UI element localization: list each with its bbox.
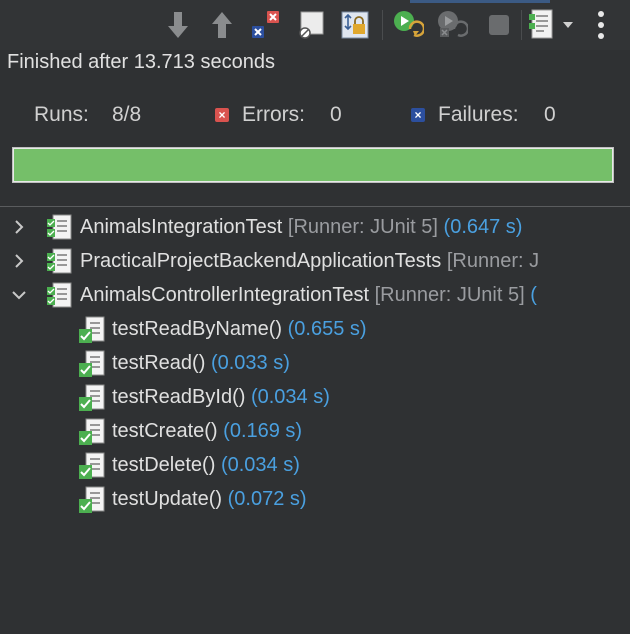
failure-icon: × — [411, 108, 425, 122]
test-passed-icon — [78, 451, 108, 481]
scroll-lock-icon[interactable] — [339, 9, 371, 41]
test-label: testReadById() (0.034 s) — [112, 386, 330, 409]
test-case-row[interactable]: testUpdate() (0.072 s) — [0, 484, 630, 514]
runs-label: Runs: — [34, 103, 89, 126]
chevron-down-icon[interactable] — [10, 284, 28, 306]
test-case-row[interactable]: testDelete() (0.034 s) — [0, 450, 630, 480]
next-failure-icon[interactable] — [162, 9, 194, 41]
test-label: testDelete() (0.034 s) — [112, 454, 300, 477]
test-name: testCreate() — [112, 420, 218, 442]
error-icon: × — [215, 108, 229, 122]
test-passed-icon — [78, 417, 108, 447]
stop-icon[interactable] — [483, 9, 515, 41]
history-dropdown-icon[interactable] — [560, 9, 576, 41]
test-passed-icon — [78, 383, 108, 413]
suite-label: AnimalsControllerIntegrationTest [Runner… — [80, 284, 537, 307]
test-run-history-icon[interactable] — [526, 9, 558, 41]
test-case-row[interactable]: testReadById() (0.034 s) — [0, 382, 630, 412]
suite-row[interactable]: AnimalsControllerIntegrationTest [Runner… — [0, 280, 630, 310]
panel-divider — [0, 206, 630, 207]
show-failures-only-icon[interactable] — [250, 9, 282, 41]
junit-toolbar — [0, 0, 630, 50]
suite-label: PracticalProjectBackendApplicationTests … — [80, 250, 539, 273]
errors-value: 0 — [330, 103, 342, 126]
test-label: testCreate() (0.169 s) — [112, 420, 302, 443]
chevron-right-icon[interactable] — [10, 216, 28, 238]
suite-runner: [Runner: JUnit 5] — [287, 216, 438, 238]
suite-row[interactable]: PracticalProjectBackendApplicationTests … — [0, 246, 630, 276]
test-suite-icon — [45, 213, 75, 243]
test-case-row[interactable]: testCreate() (0.169 s) — [0, 416, 630, 446]
test-time: (0.034 s) — [250, 386, 330, 408]
suite-name: AnimalsIntegrationTest — [80, 216, 283, 238]
rerun-failed-first-icon[interactable] — [436, 9, 468, 41]
runs-value: 8/8 — [112, 103, 142, 126]
failures-value: 0 — [544, 103, 556, 126]
suite-time: (0.647 s) — [443, 216, 523, 238]
test-label: testRead() (0.033 s) — [112, 352, 290, 375]
test-suite-icon — [45, 247, 75, 277]
status-message: Finished after 13.713 seconds — [7, 51, 275, 73]
suite-name: AnimalsControllerIntegrationTest — [80, 284, 370, 306]
test-time: (0.169 s) — [223, 420, 303, 442]
toolbar-separator — [382, 10, 383, 40]
counters-bar: Runs: 8/8 × Errors: 0 × Failures: 0 — [0, 103, 630, 129]
test-suite-icon — [45, 281, 75, 311]
progress-bar — [12, 147, 614, 183]
errors-label: Errors: — [242, 103, 305, 126]
test-name: testRead() — [112, 352, 206, 374]
test-name: testReadById() — [112, 386, 246, 408]
chevron-right-icon[interactable] — [10, 250, 28, 272]
test-case-row[interactable]: testReadByName() (0.655 s) — [0, 314, 630, 344]
test-time: (0.655 s) — [287, 318, 367, 340]
rerun-test-icon[interactable] — [392, 9, 424, 41]
toolbar-separator — [521, 10, 522, 40]
suite-label: AnimalsIntegrationTest [Runner: JUnit 5]… — [80, 216, 522, 239]
suite-row[interactable]: AnimalsIntegrationTest [Runner: JUnit 5]… — [0, 212, 630, 242]
test-name: testUpdate() — [112, 488, 223, 510]
test-name: testDelete() — [112, 454, 216, 476]
test-time: (0.034 s) — [220, 454, 300, 476]
test-passed-icon — [78, 485, 108, 515]
test-time: (0.072 s) — [227, 488, 307, 510]
previous-failure-icon[interactable] — [206, 9, 238, 41]
failures-label: Failures: — [438, 103, 519, 126]
test-label: testUpdate() (0.072 s) — [112, 488, 307, 511]
suite-runner: [Runner: J — [446, 250, 540, 272]
show-skipped-only-icon[interactable] — [295, 9, 327, 41]
toolbar-accent — [410, 0, 550, 3]
progress-fill — [14, 149, 612, 181]
test-time: (0.033 s) — [210, 352, 290, 374]
test-case-row[interactable]: testRead() (0.033 s) — [0, 348, 630, 378]
view-menu-icon[interactable] — [588, 9, 614, 41]
suite-runner: [Runner: JUnit 5] — [374, 284, 525, 306]
suite-name: PracticalProjectBackendApplicationTests — [80, 250, 442, 272]
suite-time: ( — [530, 284, 537, 306]
test-passed-icon — [78, 315, 108, 345]
test-name: testReadByName() — [112, 318, 283, 340]
test-label: testReadByName() (0.655 s) — [112, 318, 367, 341]
test-passed-icon — [78, 349, 108, 379]
